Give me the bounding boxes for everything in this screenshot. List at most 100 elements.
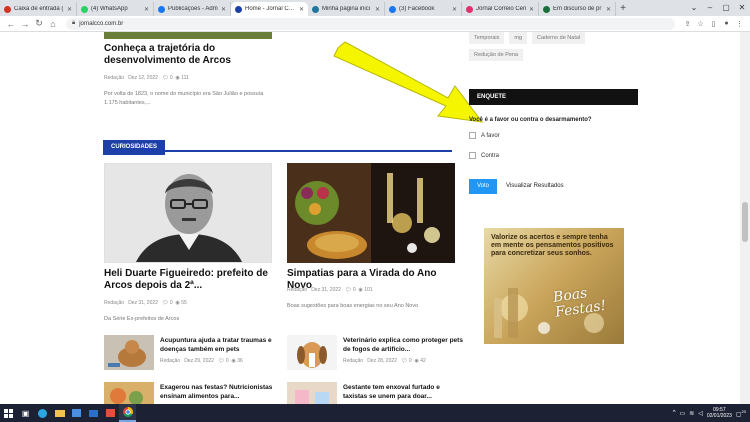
close-icon[interactable]: ✕	[221, 6, 226, 13]
close-icon[interactable]: ✕	[299, 6, 304, 13]
close-icon[interactable]: ✕	[452, 6, 457, 13]
store-icon[interactable]	[68, 404, 85, 422]
view-count: 55	[181, 300, 187, 306]
side-panel-icon[interactable]: ▯	[707, 20, 720, 28]
close-icon[interactable]: ✕	[529, 6, 534, 13]
checkbox[interactable]	[469, 132, 476, 139]
author[interactable]: Redação	[343, 358, 363, 364]
food-thumb-illustration	[110, 388, 143, 404]
network-icon[interactable]: ▭	[680, 410, 686, 417]
lock-icon[interactable]: 🔒︎	[72, 20, 75, 27]
volume-icon[interactable]: ◁	[698, 410, 703, 417]
poll-question: Você é a favor ou contra o desarmamento?	[469, 117, 592, 123]
small-article-title[interactable]: Acupuntura ajuda a tratar traumas e doen…	[160, 336, 280, 354]
windows-start-icon[interactable]	[0, 404, 17, 422]
close-icon[interactable]: ✕	[144, 6, 149, 13]
new-year-food-photo[interactable]	[287, 163, 455, 263]
forward-icon[interactable]: →	[18, 19, 32, 29]
wifi-icon[interactable]: ≋	[689, 410, 694, 417]
mail-icon[interactable]	[85, 404, 102, 422]
windows-logo	[4, 408, 13, 418]
close-window-icon[interactable]: ✕	[734, 0, 750, 16]
poll-option-contra[interactable]: Contra	[469, 152, 499, 159]
chrome-icon[interactable]	[119, 404, 136, 422]
tag[interactable]: Caderno de Natal	[532, 32, 586, 44]
author[interactable]: Redação	[287, 287, 307, 293]
author[interactable]: Redação	[160, 358, 180, 364]
browser-tab-strip: Caixa de entrada (✕ (4) WhatsApp ✕ Public…	[0, 0, 750, 16]
small-article-title[interactable]: Exagerou nas festas? Nutricionistas ensi…	[160, 383, 280, 401]
tab-instagram[interactable]: Jornal Correio Cen ✕	[462, 2, 539, 16]
date: Dez 29, 2022	[184, 358, 214, 364]
home-icon[interactable]: ⌂	[46, 19, 60, 29]
small-article-title[interactable]: Veterinário explica como proteger pets d…	[343, 336, 463, 354]
feature-left-meta: Redação Dez 31, 2022 💬︎ 0 ◉ 55	[104, 300, 187, 306]
option-label: Contra	[481, 152, 500, 159]
feature-left-title[interactable]: Heli Duarte Figueiredo: prefeito de Arco…	[104, 268, 274, 292]
windows-taskbar: ▣ ^ ▭ ≋ ◁ 09:57 02/01/2023 ▢20	[0, 404, 750, 422]
maximize-icon[interactable]: ▢	[718, 0, 734, 16]
edge-icon[interactable]	[34, 404, 51, 422]
page-scrollbar[interactable]	[740, 32, 750, 404]
article-title[interactable]: Conheça a trajetória do desenvolvimento …	[104, 43, 274, 67]
close-icon[interactable]: ✕	[67, 6, 72, 13]
feature-right-excerpt: Boas sugestões para boas energias no seu…	[287, 303, 419, 309]
bookmark-star-icon[interactable]: ☆	[694, 20, 707, 28]
menu-icon[interactable]: ⋮	[733, 20, 746, 28]
tray-overflow-icon[interactable]: ^	[673, 410, 676, 416]
share-icon[interactable]: ⇪	[681, 20, 694, 28]
eye-icon: ◉	[414, 358, 419, 364]
small-article-title[interactable]: Gestante tem enxoval furtado e taxistas …	[343, 383, 463, 401]
task-view-icon[interactable]: ▣	[17, 404, 34, 422]
food-thumbnail[interactable]	[104, 382, 154, 404]
food-illustration	[287, 163, 455, 263]
close-icon[interactable]: ✕	[375, 6, 380, 13]
close-icon[interactable]: ✕	[606, 6, 611, 13]
author[interactable]: Redação	[104, 75, 124, 81]
tab-home-jornal[interactable]: Home - Jornal Corre ✕	[231, 2, 308, 16]
profile-icon[interactable]: ●	[720, 20, 733, 27]
feature-right-meta: Redação Dez 31, 2022 💬︎ 0 ◉ 101	[287, 287, 373, 293]
instagram-icon	[466, 5, 473, 13]
tab-whatsapp[interactable]: (4) WhatsApp ✕	[77, 2, 154, 16]
view-count: 42	[420, 358, 426, 364]
checkbox[interactable]	[469, 152, 476, 159]
system-tray: ^ ▭ ≋ ◁ 09:57 02/01/2023 ▢20	[673, 404, 746, 422]
clock[interactable]: 09:57 02/01/2023	[707, 407, 732, 419]
tab-gmail[interactable]: Caixa de entrada (✕	[0, 2, 77, 16]
portrait-illustration	[105, 164, 271, 262]
url-field[interactable]: 🔒︎ jornalcco.com.br	[66, 17, 675, 30]
feature-left-excerpt: Da Série Ex-prefeitos de Arcos	[104, 316, 180, 322]
section-title[interactable]: CURIOSIDADES	[103, 140, 166, 155]
tab-publicacoes[interactable]: Publicações - Adm ✕	[154, 2, 231, 16]
reload-icon[interactable]: ↻	[32, 18, 46, 29]
chevron-down-icon[interactable]: ⌄	[686, 0, 702, 16]
file-explorer-icon[interactable]	[51, 404, 68, 422]
comment-icon: 💬︎	[218, 358, 225, 364]
notification-icon[interactable]: ▢20	[736, 409, 746, 418]
photos-icon[interactable]	[102, 404, 119, 422]
tab-em-discurso[interactable]: Em discurso de pr ✕	[539, 2, 616, 16]
tab-minha-pagina[interactable]: Minha página inici ✕	[308, 2, 385, 16]
minimize-icon[interactable]: –	[702, 0, 718, 16]
baby-clothes-thumbnail[interactable]	[287, 382, 337, 404]
portrait-photo[interactable]	[104, 163, 272, 263]
new-tab-button[interactable]: +	[616, 2, 630, 16]
dog-thumbnail[interactable]	[104, 335, 154, 370]
beagle-thumbnail[interactable]	[287, 335, 337, 370]
scrollbar-thumb[interactable]	[742, 202, 748, 242]
comment-count: 0	[225, 358, 229, 364]
ad-text: Valorize os acertos e sempre tenha em me…	[491, 234, 614, 257]
clock-date: 02/01/2023	[706, 413, 732, 419]
comment-icon: 💬︎	[162, 75, 169, 81]
boas-festas-ad[interactable]: Valorize os acertos e sempre tenha em me…	[484, 228, 624, 344]
author[interactable]: Redação	[104, 300, 124, 306]
tag[interactable]: mg	[509, 32, 528, 44]
tab-facebook[interactable]: (3) Facebook ✕	[385, 2, 462, 16]
vote-button[interactable]: Voto	[469, 179, 497, 194]
poll-option-a-favor[interactable]: A favor	[469, 132, 500, 139]
view-results-link[interactable]: Visualizar Resultados	[506, 179, 564, 194]
window-controls: ⌄ – ▢ ✕	[686, 0, 750, 16]
article-image[interactable]	[104, 32, 272, 39]
back-icon[interactable]: ←	[4, 19, 18, 29]
